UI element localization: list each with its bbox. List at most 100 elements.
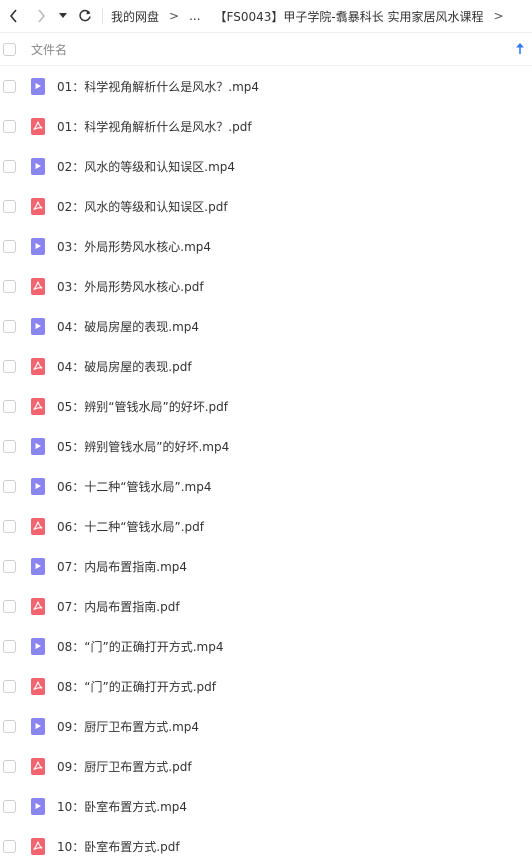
file-row-checkbox[interactable] [3, 599, 16, 613]
play-file-icon [31, 797, 45, 815]
play-file-icon [31, 557, 45, 575]
refresh-button[interactable] [74, 0, 96, 33]
file-name[interactable]: 06：十二种“管钱水局”.mp4 [57, 478, 211, 495]
file-row-checkbox[interactable] [3, 639, 16, 653]
file-name[interactable]: 05：辨别“管钱水局”的好坏.pdf [57, 398, 228, 415]
file-row[interactable]: 05：辨别管钱水局”的好坏.mp4 [0, 426, 532, 466]
file-name[interactable]: 02：风水的等级和认知误区.mp4 [57, 158, 235, 175]
breadcrumb-ellipsis[interactable]: ... [189, 9, 200, 23]
file-name[interactable]: 05：辨别管钱水局”的好坏.mp4 [57, 438, 229, 455]
file-row[interactable]: 10：卧室布置方式.mp4 [0, 786, 532, 826]
file-name[interactable]: 03：外局形势风水核心.mp4 [57, 238, 211, 255]
file-name[interactable]: 04：破局房屋的表现.pdf [57, 358, 192, 375]
file-row[interactable]: 03：外局形势风水核心.mp4 [0, 226, 532, 266]
play-file-icon [31, 477, 45, 495]
breadcrumb-separator: > [493, 9, 504, 23]
file-row-checkbox[interactable] [3, 199, 16, 213]
file-row-checkbox[interactable] [3, 359, 16, 373]
breadcrumb: 我的网盘 > ... 【FS0043】甲子学院-翥暴科长 实用家居风水课程 > [111, 8, 514, 25]
file-row-checkbox[interactable] [3, 79, 16, 93]
pdf-file-icon [31, 117, 45, 135]
pdf-file-icon [31, 597, 45, 615]
file-row[interactable]: 06：十二种“管钱水局”.pdf [0, 506, 532, 546]
file-row-checkbox[interactable] [3, 759, 16, 773]
play-file-icon [31, 237, 45, 255]
history-dropdown-button[interactable] [56, 0, 70, 33]
forward-button[interactable] [30, 0, 52, 33]
file-row[interactable]: 09：厨厅卫布置方式.pdf [0, 746, 532, 786]
play-file-icon [31, 317, 45, 335]
play-file-icon [31, 77, 45, 95]
file-row[interactable]: 08：“门”的正确打开方式.pdf [0, 666, 532, 706]
file-row-checkbox[interactable] [3, 159, 16, 173]
file-name[interactable]: 09：厨厅卫布置方式.mp4 [57, 718, 199, 735]
toolbar-divider [102, 8, 103, 24]
file-row[interactable]: 04：破局房屋的表现.mp4 [0, 306, 532, 346]
breadcrumb-separator: > [169, 9, 180, 23]
file-row-checkbox[interactable] [3, 319, 16, 333]
file-name[interactable]: 09：厨厅卫布置方式.pdf [57, 758, 192, 775]
pdf-file-icon [31, 397, 45, 415]
chevron-right-icon [37, 9, 45, 23]
file-list-header: 文件名 [0, 34, 532, 66]
file-name[interactable]: 02：风水的等级和认知误区.pdf [57, 198, 228, 215]
pdf-file-icon [31, 197, 45, 215]
pdf-file-icon [31, 517, 45, 535]
select-all-checkbox[interactable] [3, 43, 16, 56]
file-row[interactable]: 02：风水的等级和认知误区.pdf [0, 186, 532, 226]
file-row[interactable]: 09：厨厅卫布置方式.mp4 [0, 706, 532, 746]
file-row-checkbox[interactable] [3, 239, 16, 253]
file-row[interactable]: 01：科学视角解析什么是风水？.pdf [0, 106, 532, 146]
file-row-checkbox[interactable] [3, 279, 16, 293]
file-row[interactable]: 05：辨别“管钱水局”的好坏.pdf [0, 386, 532, 426]
toolbar: 我的网盘 > ... 【FS0043】甲子学院-翥暴科长 实用家居风水课程 > [0, 0, 532, 33]
file-row-checkbox[interactable] [3, 839, 16, 853]
play-file-icon [31, 437, 45, 455]
file-row-checkbox[interactable] [3, 479, 16, 493]
file-row-checkbox[interactable] [3, 519, 16, 533]
file-row-checkbox[interactable] [3, 559, 16, 573]
file-name[interactable]: 04：破局房屋的表现.mp4 [57, 318, 199, 335]
file-row-checkbox[interactable] [3, 119, 16, 133]
file-row[interactable]: 01：科学视角解析什么是风水？.mp4 [0, 66, 532, 106]
file-name[interactable]: 01：科学视角解析什么是风水？.pdf [57, 118, 252, 135]
file-list: 01：科学视角解析什么是风水？.mp4 01：科学视角解析什么是风水？.pdf 02… [0, 66, 532, 866]
back-button[interactable] [2, 0, 24, 33]
file-row[interactable]: 07：内局布置指南.pdf [0, 586, 532, 626]
file-row[interactable]: 07：内局布置指南.mp4 [0, 546, 532, 586]
file-row[interactable]: 06：十二种“管钱水局”.mp4 [0, 466, 532, 506]
file-name[interactable]: 08：“门”的正确打开方式.pdf [57, 678, 216, 695]
pdf-file-icon [31, 677, 45, 695]
file-row-checkbox[interactable] [3, 439, 16, 453]
file-row[interactable]: 10：卧室布置方式.pdf [0, 826, 532, 866]
caret-down-icon [59, 13, 67, 18]
file-name[interactable]: 01：科学视角解析什么是风水？.mp4 [57, 78, 259, 95]
pdf-file-icon [31, 757, 45, 775]
file-name[interactable]: 10：卧室布置方式.mp4 [57, 798, 187, 815]
play-file-icon [31, 717, 45, 735]
file-row[interactable]: 08：“门”的正确打开方式.mp4 [0, 626, 532, 666]
file-name[interactable]: 07：内局布置指南.mp4 [57, 558, 187, 575]
file-row[interactable]: 04：破局房屋的表现.pdf [0, 346, 532, 386]
file-name[interactable]: 10：卧室布置方式.pdf [57, 838, 180, 855]
refresh-icon [79, 9, 91, 22]
chevron-left-icon [9, 9, 17, 23]
column-filename[interactable]: 文件名 [31, 41, 67, 58]
sort-ascending-icon[interactable] [516, 43, 524, 54]
file-name[interactable]: 06：十二种“管钱水局”.pdf [57, 518, 204, 535]
play-file-icon [31, 637, 45, 655]
breadcrumb-current-folder[interactable]: 【FS0043】甲子学院-翥暴科长 实用家居风水课程 [215, 8, 484, 25]
breadcrumb-root[interactable]: 我的网盘 [111, 8, 159, 25]
file-name[interactable]: 08：“门”的正确打开方式.mp4 [57, 638, 223, 655]
file-row-checkbox[interactable] [3, 399, 16, 413]
file-row[interactable]: 03：外局形势风水核心.pdf [0, 266, 532, 306]
file-row-checkbox[interactable] [3, 719, 16, 733]
file-row[interactable]: 02：风水的等级和认知误区.mp4 [0, 146, 532, 186]
file-name[interactable]: 03：外局形势风水核心.pdf [57, 278, 204, 295]
pdf-file-icon [31, 357, 45, 375]
file-row-checkbox[interactable] [3, 679, 16, 693]
pdf-file-icon [31, 837, 45, 855]
file-row-checkbox[interactable] [3, 799, 16, 813]
play-file-icon [31, 157, 45, 175]
file-name[interactable]: 07：内局布置指南.pdf [57, 598, 180, 615]
